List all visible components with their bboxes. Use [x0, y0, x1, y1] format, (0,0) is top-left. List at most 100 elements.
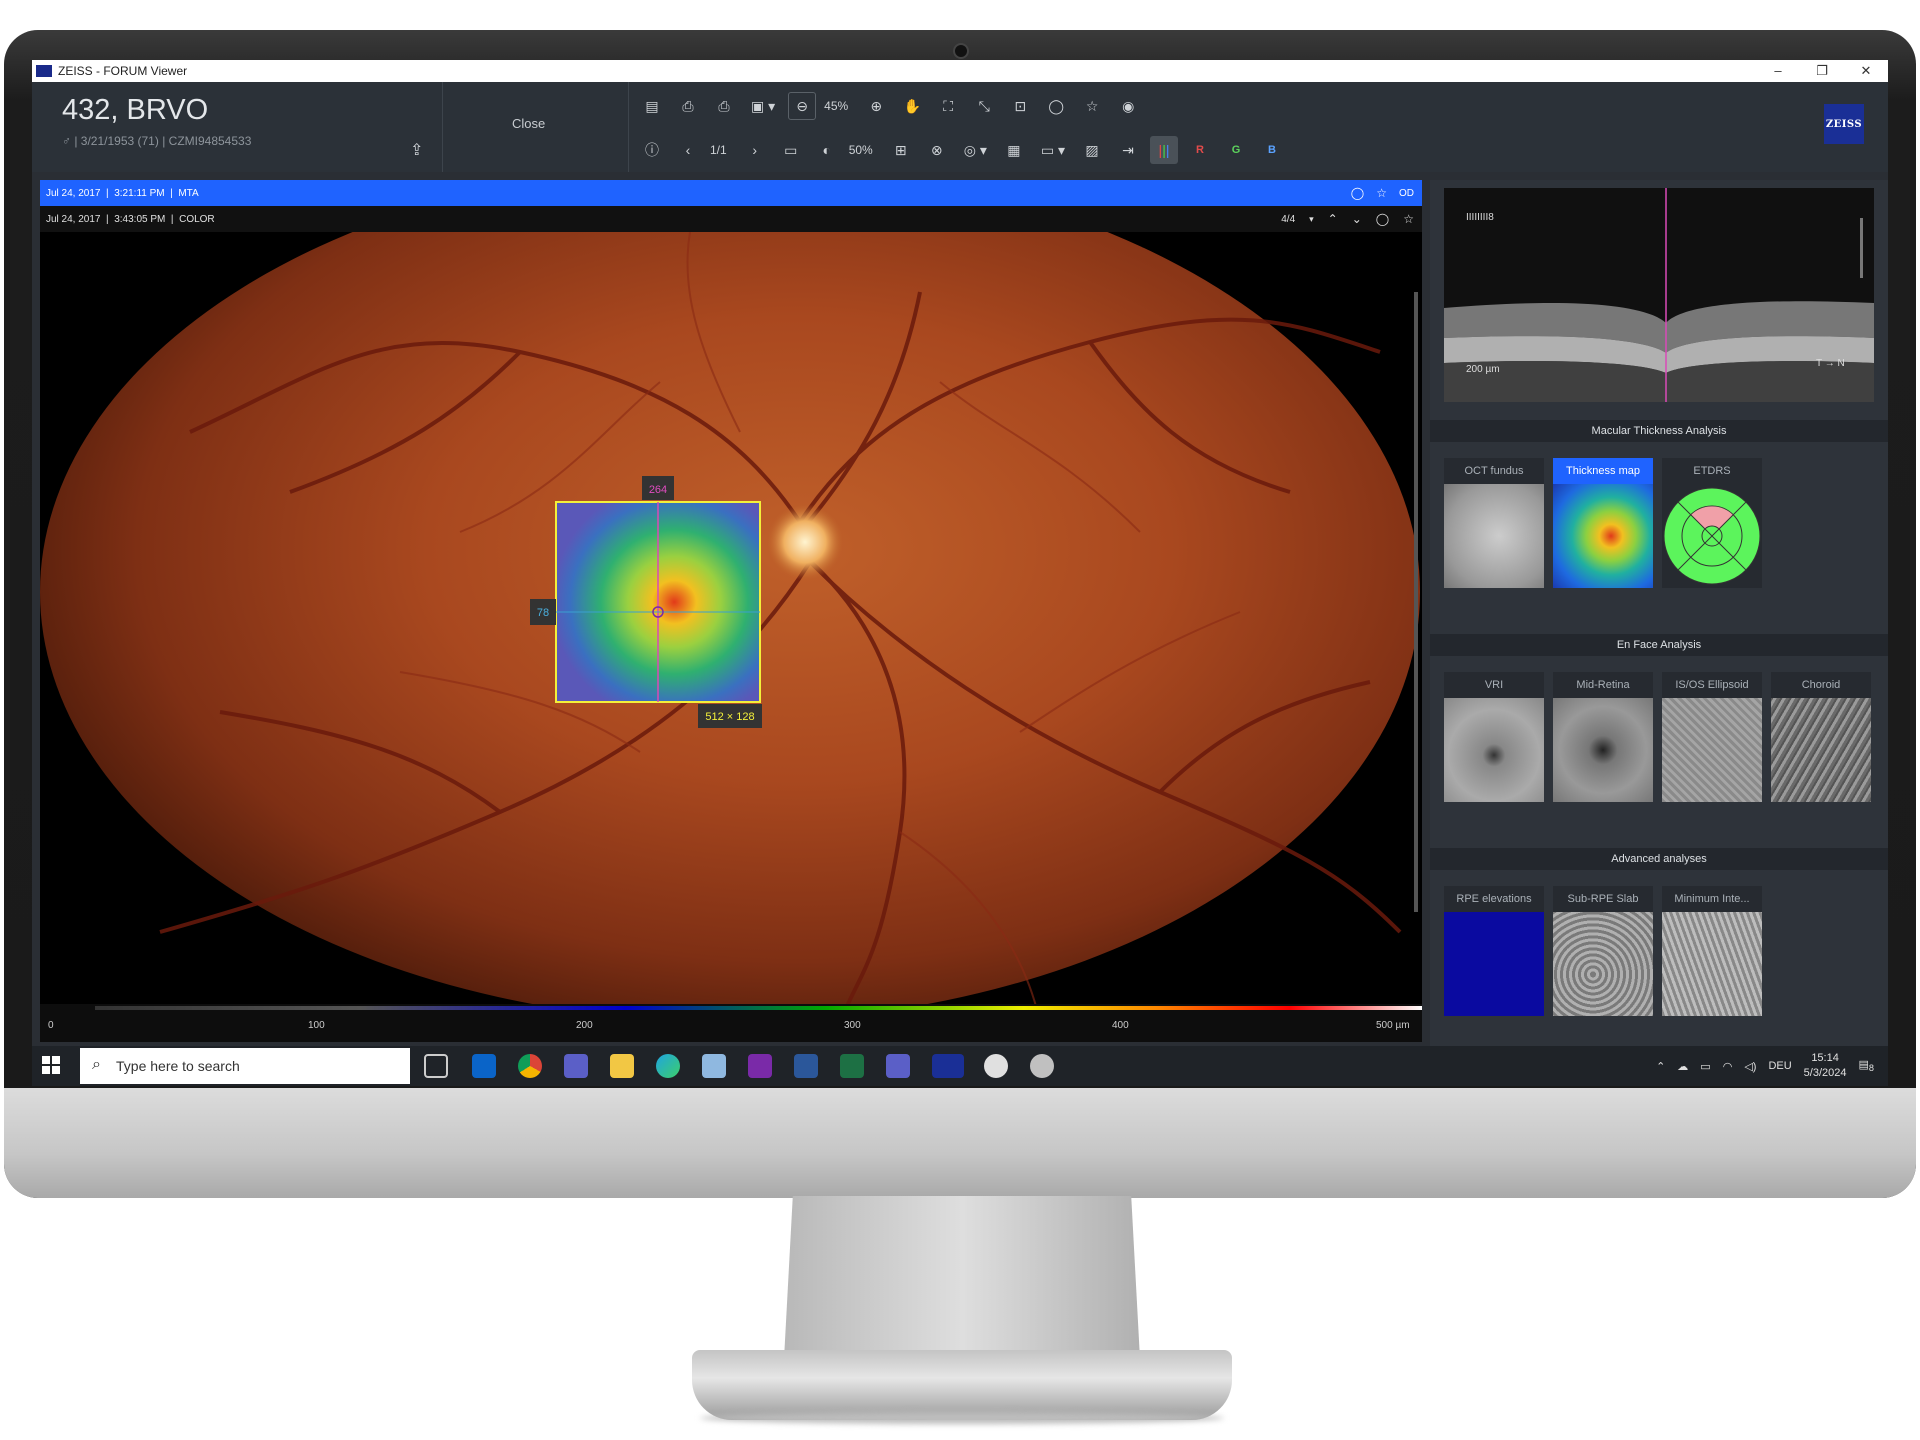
image-date: Jul 24, 2017: [46, 213, 101, 225]
windows-start-icon[interactable]: [42, 1056, 60, 1074]
optic-disc: [767, 504, 843, 580]
fundus-image-area[interactable]: 264 78 512 × 128: [40, 232, 1422, 1022]
red-channel-button[interactable]: R: [1186, 136, 1214, 164]
thumb-oct-fundus[interactable]: OCT fundus: [1444, 458, 1544, 588]
scale-label: 300: [844, 1020, 861, 1031]
app-icon[interactable]: [1030, 1054, 1054, 1078]
edge-icon[interactable]: [656, 1054, 680, 1078]
thumb-vri[interactable]: VRI: [1444, 672, 1544, 802]
overlay-opacity-icon[interactable]: ◐: [813, 136, 841, 164]
save-icon[interactable]: ▤: [638, 92, 666, 120]
notification-count: 8: [1868, 1063, 1874, 1074]
lasso-icon[interactable]: ◯: [1042, 92, 1070, 120]
thumb-choroid[interactable]: Choroid: [1771, 672, 1871, 802]
grid-overlay-icon[interactable]: ⊞: [887, 136, 915, 164]
annotation-icon[interactable]: ▭: [777, 136, 805, 164]
image-adjust-icon[interactable]: ▨: [1078, 136, 1106, 164]
zeiss-forum-icon[interactable]: [932, 1054, 964, 1078]
macular-thickness-header: Macular Thickness Analysis: [1430, 420, 1888, 442]
info-icon[interactable]: ⓘ: [638, 136, 666, 164]
thickness-color-scale: [95, 1006, 1422, 1010]
clock[interactable]: 15:14 5/3/2024: [1804, 1051, 1847, 1081]
overlay-top-value: 264: [649, 484, 667, 496]
teams-icon[interactable]: [564, 1054, 588, 1078]
thumb-thickness-map[interactable]: Thickness map: [1553, 458, 1653, 588]
print-icon[interactable]: ⎙: [674, 92, 702, 120]
close-button[interactable]: Close: [512, 116, 545, 131]
thumb-minimum-intensity[interactable]: Minimum Inte...: [1662, 886, 1762, 1016]
file-explorer-icon[interactable]: [610, 1054, 634, 1078]
image-star-icon[interactable]: ☆: [1403, 212, 1414, 226]
zoom-out-icon[interactable]: ⊖: [788, 92, 817, 120]
export-icon[interactable]: ⇪: [410, 140, 430, 160]
zoom-in-icon[interactable]: ⊕: [862, 92, 890, 120]
fit-window-icon[interactable]: ⊡: [1006, 92, 1034, 120]
thumb-isos-ellipsoid[interactable]: IS/OS Ellipsoid: [1662, 672, 1762, 802]
prev-page-icon[interactable]: ‹: [674, 136, 702, 164]
target-icon[interactable]: ◎ ▾: [959, 136, 992, 164]
chrome-icon[interactable]: [518, 1054, 542, 1078]
color-channels-icon[interactable]: | | |: [1150, 136, 1179, 164]
app-icon[interactable]: [702, 1054, 726, 1078]
eye-icon[interactable]: ◉: [1114, 92, 1142, 120]
fit-screen-icon[interactable]: ⛶: [934, 92, 962, 120]
pan-hand-icon[interactable]: ✋: [898, 92, 926, 120]
cloud-icon[interactable]: ☁: [1677, 1060, 1688, 1073]
chevron-down-icon[interactable]: ▾: [1309, 214, 1314, 225]
hd-icon[interactable]: ▦: [1000, 136, 1028, 164]
chevron-up-icon[interactable]: ⌃: [1328, 212, 1338, 226]
language-indicator[interactable]: DEU: [1768, 1060, 1791, 1072]
zoom-level[interactable]: 45%: [824, 99, 848, 113]
teams-alt-icon[interactable]: [886, 1054, 910, 1078]
onenote-icon[interactable]: [748, 1054, 772, 1078]
excel-icon[interactable]: [840, 1054, 864, 1078]
print-alt-icon[interactable]: ⎙: [710, 92, 738, 120]
search-icon: ⌕: [92, 1056, 101, 1073]
taskbar-search-input[interactable]: ⌕ Type here to search: [80, 1048, 410, 1084]
collapse-icon[interactable]: ⤡: [970, 92, 998, 120]
crosshair-icon[interactable]: ⊗: [923, 136, 951, 164]
study-time: 3:21:11 PM: [114, 187, 165, 199]
task-view-icon[interactable]: [424, 1054, 448, 1078]
close-window-button[interactable]: ✕: [1844, 60, 1888, 82]
notification-icon[interactable]: ▤8: [1859, 1058, 1875, 1073]
chevron-up-icon[interactable]: ⌃: [1656, 1060, 1665, 1073]
window-title: ZEISS - FORUM Viewer: [58, 64, 188, 78]
window-titlebar: ZEISS - FORUM Viewer – ❐ ✕: [32, 60, 1888, 82]
overlay-left-value: 78: [537, 607, 549, 619]
star-icon[interactable]: ☆: [1078, 92, 1106, 120]
study-lasso-icon[interactable]: ◯: [1351, 186, 1364, 200]
study-bar[interactable]: Jul 24, 2017 | 3:21:11 PM | MTA ◯ ☆ OD: [40, 180, 1422, 206]
save-as-icon[interactable]: ▣ ▾: [746, 92, 780, 120]
thumb-etdrs[interactable]: ETDRS: [1662, 458, 1762, 588]
patient-dob: 3/21/1953 (71): [80, 134, 159, 148]
patient-meta: ♂ | 3/21/1953 (71) | CZMI94854533: [62, 134, 252, 148]
study-modality: MTA: [178, 187, 199, 199]
oct-bscan[interactable]: IIIIIIII8 200 µm T → N: [1444, 188, 1874, 402]
outlook-icon[interactable]: [472, 1054, 496, 1078]
image-viewer[interactable]: Jul 24, 2017 | 3:21:11 PM | MTA ◯ ☆ OD J…: [40, 180, 1422, 1042]
wifi-icon[interactable]: ◠: [1723, 1060, 1733, 1073]
word-icon[interactable]: [794, 1054, 818, 1078]
thumb-sub-rpe-slab[interactable]: Sub-RPE Slab: [1553, 886, 1653, 1016]
image-lasso-icon[interactable]: ◯: [1376, 212, 1389, 226]
align-icon[interactable]: ⇥: [1114, 136, 1142, 164]
viewer-scrollbar[interactable]: [1414, 292, 1418, 912]
paint-icon[interactable]: [984, 1054, 1008, 1078]
battery-icon[interactable]: ▭: [1700, 1060, 1710, 1073]
blue-channel-button[interactable]: B: [1258, 136, 1286, 164]
chevron-down-icon[interactable]: ⌄: [1352, 212, 1362, 226]
image-count[interactable]: 4/4: [1281, 214, 1295, 225]
layout-icon[interactable]: ▭ ▾: [1036, 136, 1070, 164]
study-star-icon[interactable]: ☆: [1376, 186, 1387, 200]
maximize-button[interactable]: ❐: [1800, 60, 1844, 82]
volume-icon[interactable]: ◁): [1744, 1060, 1756, 1073]
minimize-button[interactable]: –: [1756, 60, 1800, 82]
thumb-mid-retina[interactable]: Mid-Retina: [1553, 672, 1653, 802]
green-channel-button[interactable]: G: [1222, 136, 1250, 164]
next-page-icon[interactable]: ›: [741, 136, 769, 164]
overlay-opacity[interactable]: 50%: [849, 143, 873, 157]
fundus-photo: 264 78 512 × 128: [40, 232, 1420, 1022]
oct-marker: IIIIIIII8: [1466, 212, 1494, 223]
thumb-rpe-elevations[interactable]: RPE elevations: [1444, 886, 1544, 1016]
